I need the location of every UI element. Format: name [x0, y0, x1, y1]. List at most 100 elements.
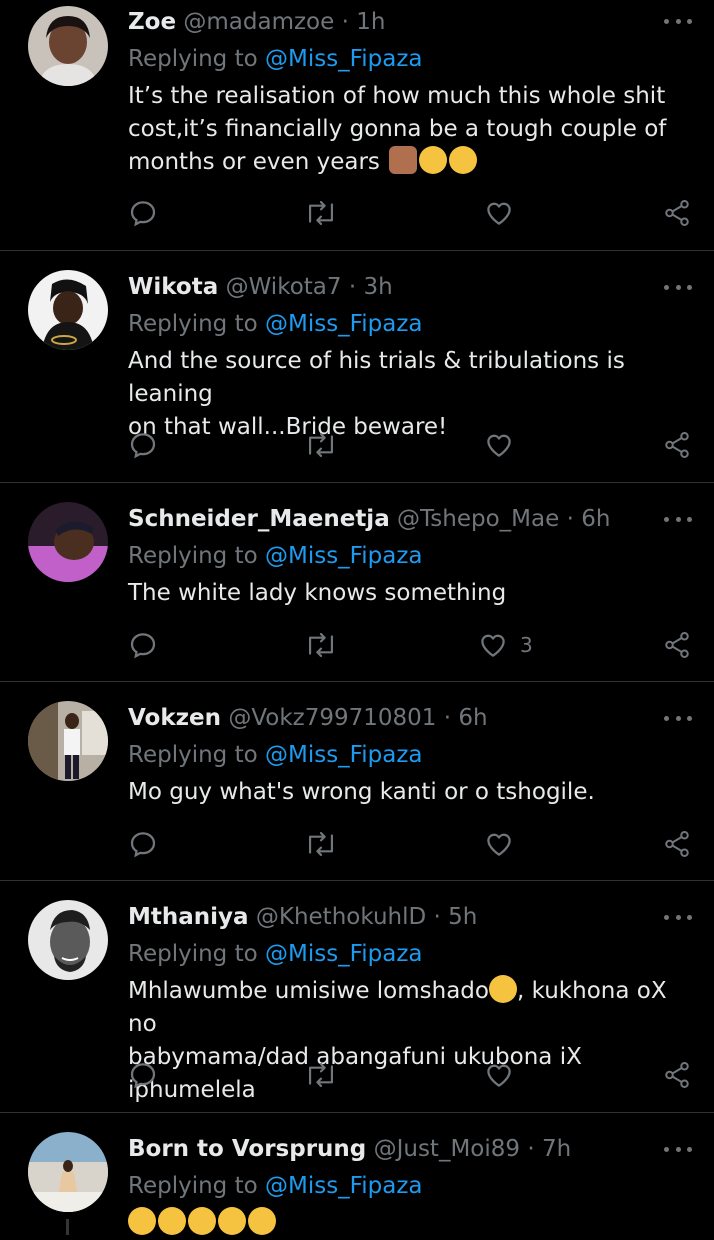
timestamp[interactable]: 6h: [458, 705, 487, 731]
user-handle[interactable]: @madamzoe: [183, 9, 334, 35]
tweet[interactable]: Wikota @Wikota7 · 3h Replying to @Miss_F…: [0, 251, 714, 483]
user-handle[interactable]: @KhethokuhlD: [256, 904, 426, 930]
retweet-icon: [308, 200, 334, 226]
avatar[interactable]: [28, 701, 108, 781]
mention-link[interactable]: @Miss_Fipaza: [265, 941, 423, 967]
replying-to: Replying to @Miss_Fipaza: [128, 45, 423, 73]
user-handle[interactable]: @Vokz799710801: [228, 705, 436, 731]
tweet-text-line: The white lady knows something: [128, 580, 507, 606]
rofl-emoji: [128, 1207, 156, 1235]
like-button[interactable]: [484, 428, 526, 462]
share-button[interactable]: [662, 196, 692, 230]
rofl-emoji: [218, 1207, 246, 1235]
mention-link[interactable]: @Miss_Fipaza: [265, 311, 423, 337]
retweet-button[interactable]: [304, 628, 338, 662]
heart-icon: [487, 202, 511, 225]
avatar[interactable]: [28, 900, 108, 980]
replying-to: Replying to @Miss_Fipaza: [128, 310, 423, 338]
timestamp[interactable]: 5h: [448, 904, 477, 930]
timestamp[interactable]: 6h: [581, 506, 610, 532]
tweet-text-line: months or even years: [128, 149, 380, 175]
replying-to-label: Replying to: [128, 46, 258, 72]
mention-link[interactable]: @Miss_Fipaza: [265, 1173, 423, 1199]
tweet-text: It’s the realisation of how much this wh…: [128, 80, 688, 179]
heart-icon: [481, 634, 505, 657]
reply-button[interactable]: [128, 1058, 158, 1092]
share-button[interactable]: [662, 827, 692, 861]
avatar[interactable]: [28, 270, 108, 350]
user-handle[interactable]: @Tshepo_Mae: [397, 506, 559, 532]
like-button[interactable]: [484, 827, 526, 861]
tears-of-joy-emoji: [449, 146, 478, 174]
display-name[interactable]: Wikota: [128, 274, 218, 300]
like-button[interactable]: 3: [478, 628, 533, 662]
tweet-text-line: cost,it’s financially gonna be a tough c…: [128, 116, 667, 142]
reply-button[interactable]: [128, 196, 158, 230]
tweet-text: [128, 1207, 688, 1240]
more-options-icon[interactable]: [664, 282, 692, 292]
retweet-icon: [308, 432, 334, 458]
pensive-face-emoji: [488, 975, 517, 1003]
tweet[interactable]: Schneider_Maenetja @Tshepo_Mae · 6h Repl…: [0, 483, 714, 682]
replying-to: Replying to @Miss_Fipaza: [128, 940, 423, 968]
reply-icon: [130, 832, 156, 858]
person-facepalming-emoji: [389, 146, 418, 174]
display-name[interactable]: Born to Vorsprung: [128, 1136, 366, 1162]
avatar[interactable]: [28, 502, 108, 582]
timestamp[interactable]: 1h: [356, 9, 385, 35]
heart-icon: [487, 434, 511, 457]
share-icon: [665, 432, 689, 458]
display-name[interactable]: Mthaniya: [128, 904, 249, 930]
share-button[interactable]: [662, 1058, 692, 1092]
tweet[interactable]: Vokzen @Vokz799710801 · 6h Replying to @…: [0, 682, 714, 881]
share-button[interactable]: [662, 628, 692, 662]
separator-dot: ·: [433, 904, 441, 930]
separator-dot: ·: [348, 274, 357, 300]
reply-button[interactable]: [128, 428, 158, 462]
reply-button[interactable]: [128, 827, 158, 861]
more-options-icon[interactable]: [664, 713, 692, 723]
separator-dot: ·: [443, 705, 452, 731]
replying-to: Replying to @Miss_Fipaza: [128, 542, 423, 570]
timestamp[interactable]: 7h: [542, 1136, 571, 1162]
retweet-button[interactable]: [304, 428, 338, 462]
tweet-text-line: Mo guy what's wrong kanti or o tshogile.: [128, 779, 595, 805]
retweet-button[interactable]: [304, 827, 338, 861]
retweet-button[interactable]: [304, 196, 338, 230]
avatar[interactable]: [28, 1132, 108, 1212]
share-icon: [665, 1062, 689, 1088]
reply-button[interactable]: [128, 628, 158, 662]
more-options-icon[interactable]: [664, 912, 692, 922]
display-name[interactable]: Vokzen: [128, 705, 221, 731]
reply-icon: [130, 633, 156, 659]
tweet[interactable]: Mthaniya @KhethokuhlD · 5h Replying to @…: [0, 881, 714, 1113]
share-icon: [665, 632, 689, 658]
like-button[interactable]: [484, 1058, 526, 1092]
share-button[interactable]: [662, 428, 692, 462]
rofl-emoji: [188, 1207, 216, 1235]
replying-to: Replying to @Miss_Fipaza: [128, 741, 423, 769]
retweet-button[interactable]: [304, 1058, 338, 1092]
thread-line: [66, 1219, 69, 1235]
rofl-emoji: [158, 1207, 186, 1235]
display-name[interactable]: Schneider_Maenetja: [128, 506, 390, 532]
more-options-icon[interactable]: [664, 1144, 692, 1154]
more-options-icon[interactable]: [664, 514, 692, 524]
user-handle[interactable]: @Just_Moi89: [374, 1136, 520, 1162]
like-button[interactable]: [484, 196, 526, 230]
mention-link[interactable]: @Miss_Fipaza: [265, 742, 423, 768]
timestamp[interactable]: 3h: [363, 274, 392, 300]
avatar[interactable]: [28, 6, 108, 86]
reply-icon: [130, 433, 156, 459]
more-options-icon[interactable]: [664, 16, 692, 26]
tweet[interactable]: Born to Vorsprung @Just_Moi89 · 7h Reply…: [0, 1113, 714, 1235]
like-count: 3: [520, 633, 533, 657]
display-name[interactable]: Zoe: [128, 9, 176, 35]
mention-link[interactable]: @Miss_Fipaza: [265, 46, 423, 72]
user-handle[interactable]: @Wikota7: [226, 274, 342, 300]
replying-to-label: Replying to: [128, 543, 258, 569]
separator-dot: ·: [566, 506, 574, 532]
tweet-text: The white lady knows something: [128, 577, 688, 610]
tweet[interactable]: Zoe @madamzoe · 1h Replying to @Miss_Fip…: [0, 0, 714, 251]
mention-link[interactable]: @Miss_Fipaza: [265, 543, 423, 569]
